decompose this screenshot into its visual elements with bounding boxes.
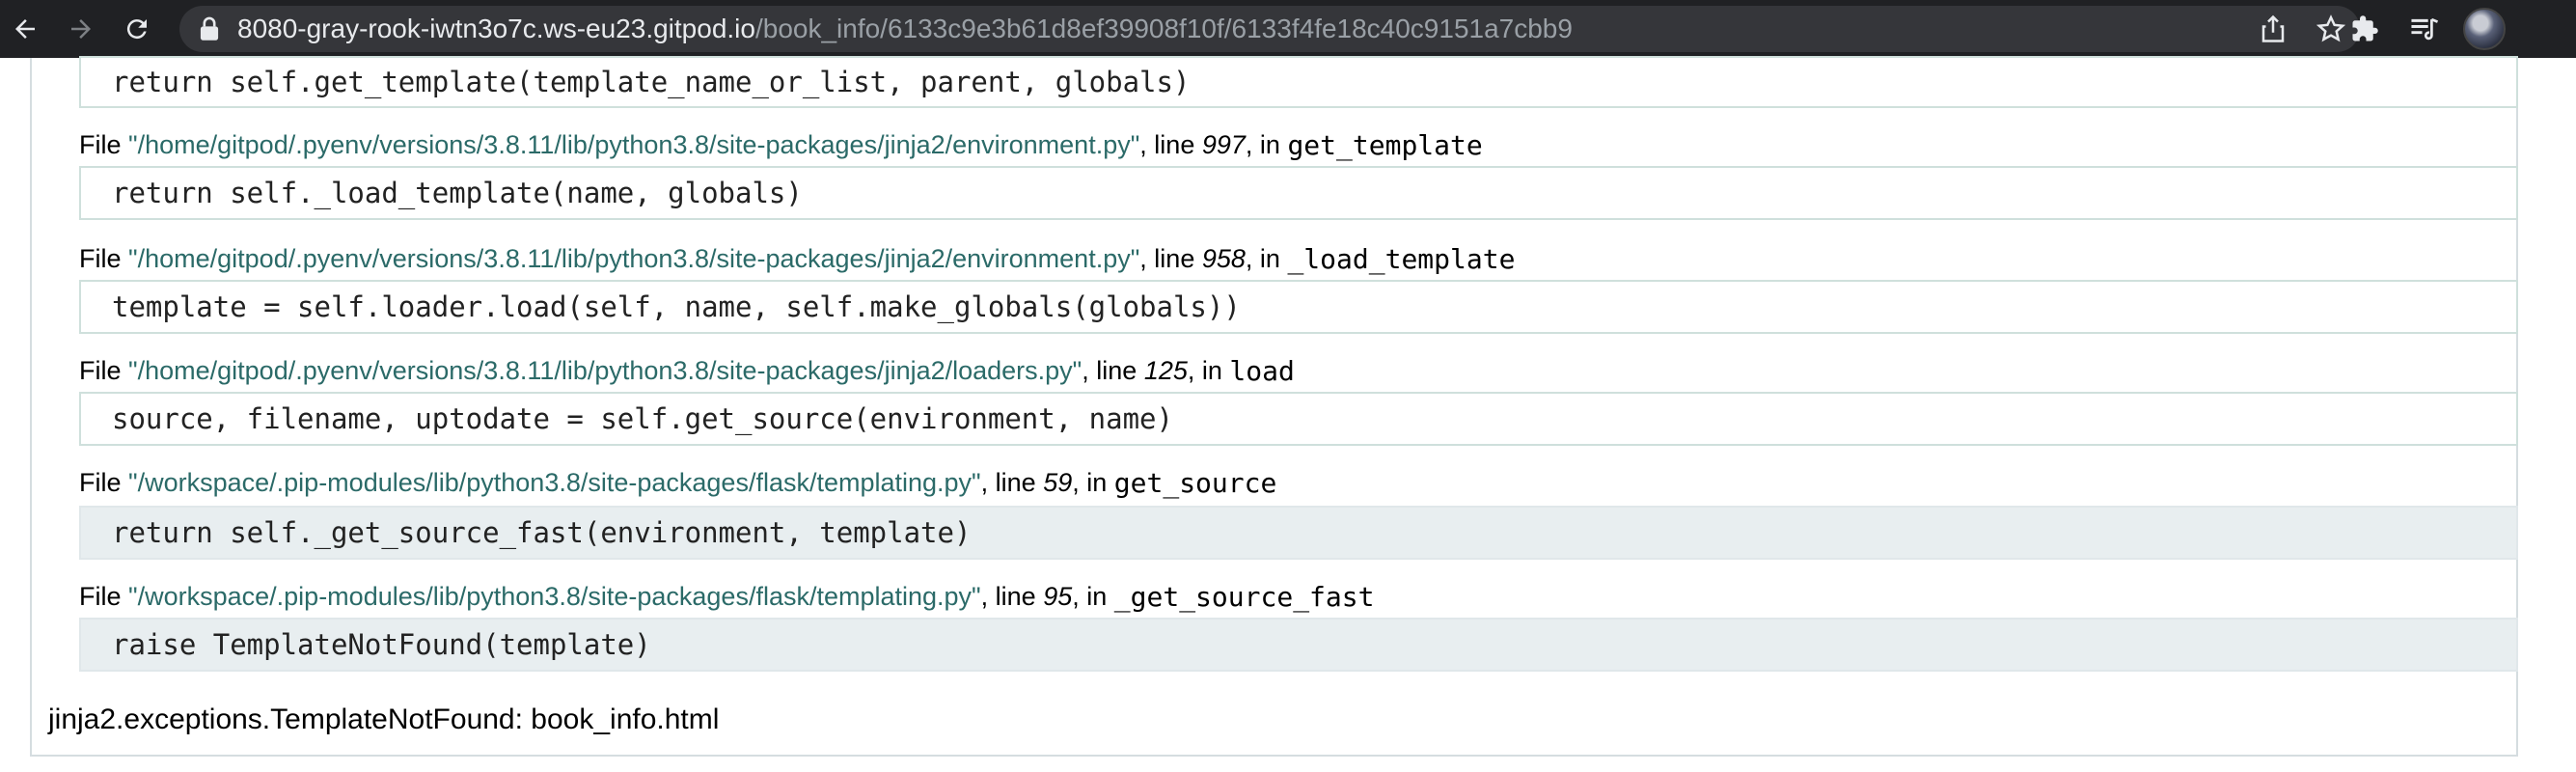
code-line: return self._get_source_fast(environment… — [79, 506, 2518, 560]
code-line: return self._load_template(name, globals… — [79, 166, 2518, 220]
line-number: 958 — [1201, 243, 1246, 273]
line-label: , line — [1139, 243, 1202, 273]
toolbar-right — [2335, 8, 2514, 50]
back-arrow-icon[interactable] — [4, 8, 46, 50]
code-line: source, filename, uptodate = self.get_so… — [79, 392, 2518, 446]
line-number: 125 — [1143, 355, 1188, 385]
line-number: 997 — [1201, 129, 1246, 159]
line-label: , line — [980, 467, 1044, 497]
code-line: template = self.loader.load(self, name, … — [79, 280, 2518, 334]
file-path: "/workspace/.pip-modules/lib/python3.8/s… — [128, 467, 981, 497]
url-path: /book_info/6133c9e3b61d8ef39908f10f/6133… — [754, 14, 1573, 43]
file-path: "/home/gitpod/.pyenv/versions/3.8.11/lib… — [128, 129, 1140, 159]
function-name: _load_template — [1287, 242, 1516, 275]
lock-icon[interactable] — [199, 16, 220, 41]
line-label: , line — [1139, 129, 1202, 159]
extensions-icon[interactable] — [2335, 8, 2395, 50]
code-line: return self.get_template(template_name_o… — [79, 56, 2518, 108]
file-path: "/home/gitpod/.pyenv/versions/3.8.11/lib… — [128, 355, 1082, 385]
function-name: get_template — [1287, 128, 1483, 161]
line-label: , line — [1082, 355, 1144, 385]
traceback-frame: File "/home/gitpod/.pyenv/versions/3.8.1… — [79, 125, 1483, 164]
traceback-frame: File "/workspace/.pip-modules/lib/python… — [79, 463, 1276, 502]
share-icon[interactable] — [2244, 6, 2302, 52]
in-label: , in — [1245, 129, 1288, 159]
reading-list-icon[interactable] — [2395, 8, 2454, 50]
line-label: , line — [980, 581, 1044, 611]
function-name: get_source — [1113, 466, 1277, 499]
traceback-frame: File "/home/gitpod/.pyenv/versions/3.8.1… — [79, 239, 1515, 278]
browser-toolbar: 8080-gray-rook-iwtn3o7c.ws-eu23.gitpod.i… — [0, 0, 2576, 58]
code-line: raise TemplateNotFound(template) — [79, 618, 2518, 672]
address-bar[interactable]: 8080-gray-rook-iwtn3o7c.ws-eu23.gitpod.i… — [179, 6, 2360, 52]
file-label: File — [79, 467, 129, 497]
url-host: 8080-gray-rook-iwtn3o7c.ws-eu23.gitpod.i… — [237, 14, 755, 43]
in-label: , in — [1072, 581, 1114, 611]
file-path: "/home/gitpod/.pyenv/versions/3.8.11/lib… — [128, 243, 1140, 273]
in-label: , in — [1245, 243, 1288, 273]
line-number: 95 — [1043, 581, 1073, 611]
file-label: File — [79, 581, 129, 611]
file-label: File — [79, 129, 129, 159]
avatar — [2463, 8, 2506, 50]
reload-icon[interactable] — [116, 8, 158, 50]
line-number: 59 — [1043, 467, 1073, 497]
file-label: File — [79, 355, 129, 385]
function-name: load — [1229, 354, 1295, 387]
exception-message: jinja2.exceptions.TemplateNotFound: book… — [48, 703, 720, 735]
page-content: return self.get_template(template_name_o… — [0, 56, 2576, 772]
file-label: File — [79, 243, 129, 273]
function-name: _get_source_fast — [1113, 580, 1375, 613]
traceback-frame: File "/workspace/.pip-modules/lib/python… — [79, 577, 1374, 616]
url-text[interactable]: 8080-gray-rook-iwtn3o7c.ws-eu23.gitpod.i… — [237, 14, 1573, 44]
in-label: , in — [1072, 467, 1114, 497]
file-path: "/workspace/.pip-modules/lib/python3.8/s… — [128, 581, 981, 611]
traceback-frame: File "/home/gitpod/.pyenv/versions/3.8.1… — [79, 351, 1295, 390]
in-label: , in — [1187, 355, 1230, 385]
forward-arrow-icon[interactable] — [60, 8, 102, 50]
profile-avatar[interactable] — [2454, 8, 2514, 50]
